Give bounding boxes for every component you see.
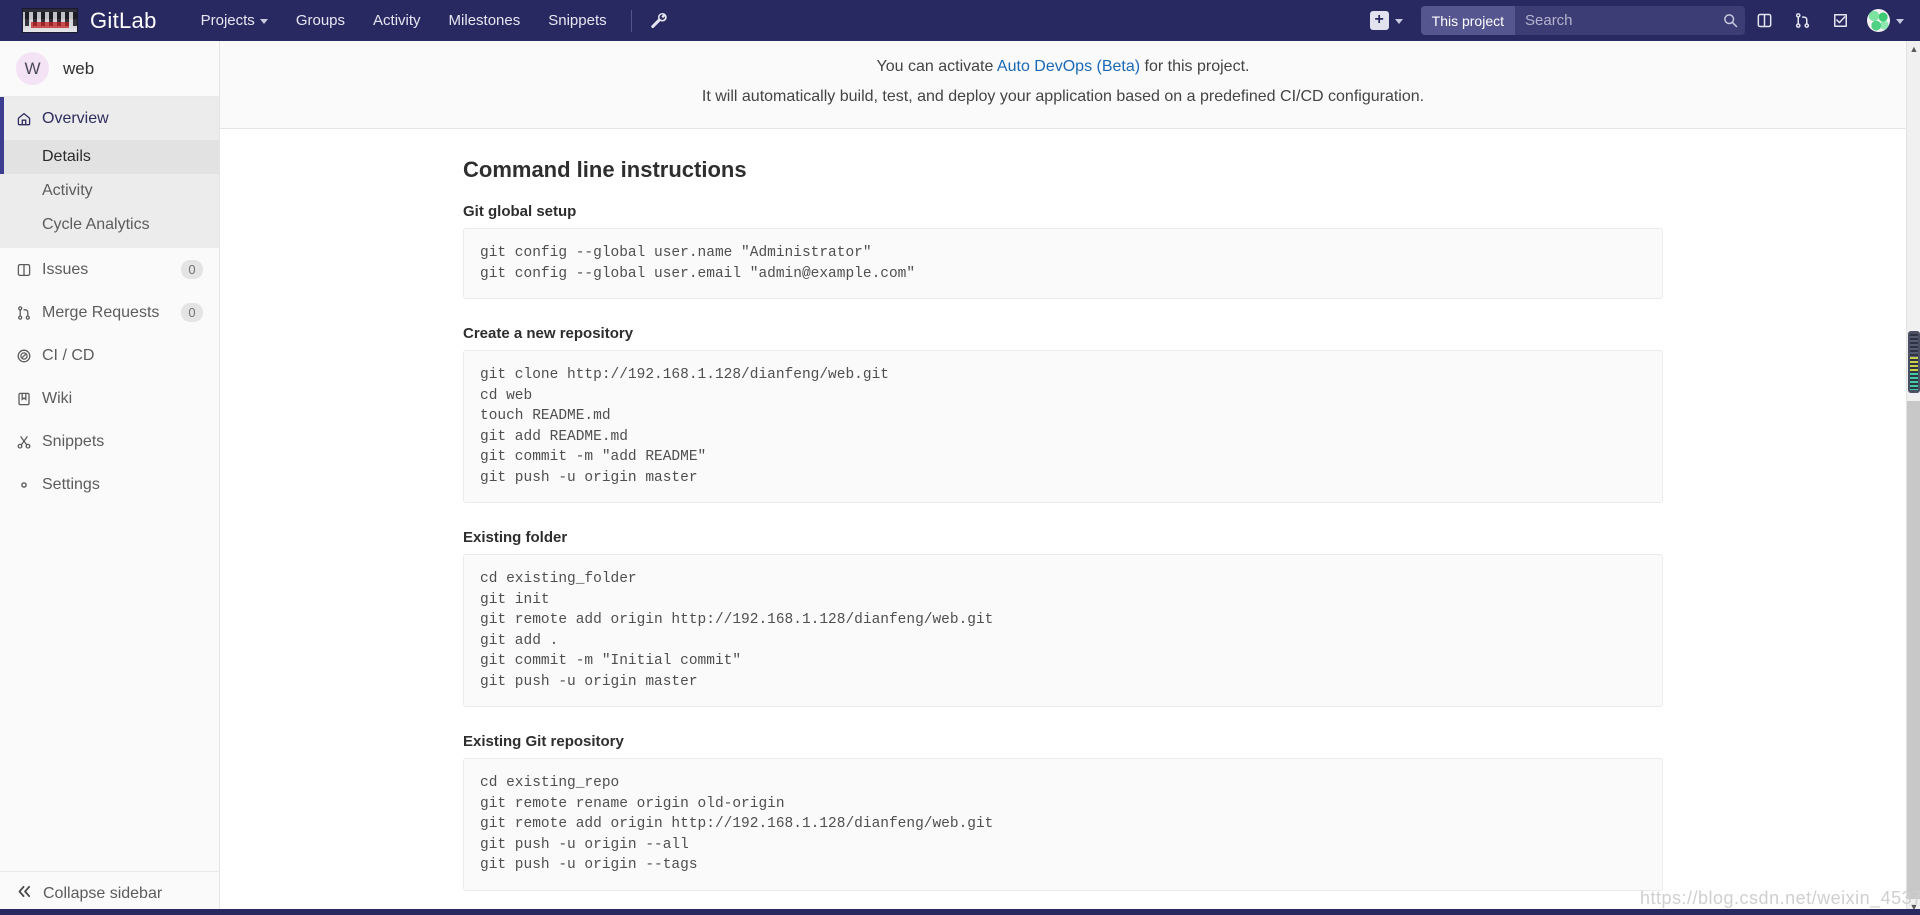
new-item-button[interactable]: +	[1360, 0, 1413, 41]
nav-link-activity[interactable]: Activity	[359, 0, 435, 41]
nav-link-snippets-label: Snippets	[548, 12, 607, 29]
search-scope-button[interactable]: This project	[1420, 6, 1515, 35]
auto-devops-banner: You can activate Auto DevOps (Beta) for …	[220, 41, 1906, 129]
sidebar-item-cycle-analytics-label: Cycle Analytics	[42, 216, 150, 233]
auto-devops-link[interactable]: Auto DevOps (Beta)	[997, 58, 1140, 75]
todos-icon[interactable]	[1821, 0, 1859, 41]
code-block-git-global-setup[interactable]: git config --global user.name "Administr…	[463, 228, 1663, 299]
banner-text-suffix: for this project.	[1140, 58, 1250, 75]
nav-link-groups[interactable]: Groups	[282, 0, 359, 41]
nav-link-groups-label: Groups	[295, 12, 346, 29]
sidebar-item-cicd-label: CI / CD	[42, 346, 95, 364]
user-menu[interactable]	[1859, 9, 1904, 32]
top-navbar: GitLab Projects Groups Activity Mileston…	[0, 0, 1920, 41]
sidebar-item-merge-requests[interactable]: Merge Requests 0	[0, 291, 219, 334]
sidebar-overview-group: Overview Details Activity Cycle Analytic…	[0, 97, 219, 248]
sidebar-item-issues[interactable]: Issues 0	[0, 248, 219, 291]
sidebar-item-activity[interactable]: Activity	[0, 174, 219, 208]
page-title: Command line instructions	[463, 157, 747, 182]
code-block-create-new-repository[interactable]: git clone http://192.168.1.128/dianfeng/…	[463, 350, 1663, 503]
sidebar-item-settings-label: Settings	[42, 475, 100, 493]
merge-requests-count-badge: 0	[181, 303, 203, 322]
nav-link-snippets[interactable]: Snippets	[534, 0, 620, 41]
sidebar-item-snippets-label: Snippets	[42, 432, 105, 450]
sidebar-item-details[interactable]: Details	[0, 140, 219, 174]
chevron-double-left-icon	[17, 885, 32, 903]
avatar	[1867, 9, 1890, 32]
chevron-down-icon	[1394, 19, 1403, 24]
sidebar-project-header[interactable]: W web	[0, 41, 219, 97]
chevron-down-icon	[259, 19, 268, 24]
merge-request-icon	[16, 305, 42, 321]
issues-icon[interactable]	[1745, 0, 1783, 41]
issues-icon	[16, 262, 42, 278]
scrollbar-track[interactable]	[1907, 401, 1920, 899]
scissors-icon	[16, 434, 42, 450]
cli-instructions-panel: Command line instructions Git global set…	[220, 129, 1906, 915]
nav-link-activity-label: Activity	[373, 12, 421, 29]
rocket-icon	[16, 348, 42, 364]
sidebar-item-issues-label: Issues	[42, 260, 89, 278]
sidebar-item-activity-label: Activity	[42, 182, 93, 199]
sidebar-item-merge-requests-label: Merge Requests	[42, 303, 160, 321]
section-heading-existing-git-repository: Existing Git repository	[463, 733, 624, 750]
search-box[interactable]: This project	[1420, 6, 1745, 35]
scrollbar-thumb[interactable]	[1908, 331, 1920, 393]
code-block-existing-folder[interactable]: cd existing_folder git init git remote a…	[463, 554, 1663, 707]
search-icon[interactable]	[1715, 6, 1745, 35]
nav-link-projects[interactable]: Projects	[187, 0, 282, 41]
sidebar-item-overview[interactable]: Overview	[0, 97, 219, 140]
project-sidebar: W web Overview Details Activity Cycle An…	[0, 41, 220, 915]
scroll-up-arrow-icon[interactable]: ▲	[1907, 41, 1920, 57]
navbar-divider	[630, 9, 632, 32]
gear-icon	[16, 477, 42, 493]
collapse-sidebar-label: Collapse sidebar	[43, 884, 163, 902]
merge-requests-icon[interactable]	[1783, 0, 1821, 41]
bottom-strip	[0, 909, 1920, 915]
chevron-down-icon	[1896, 19, 1904, 24]
sidebar-item-details-label: Details	[42, 148, 91, 165]
book-icon	[16, 391, 42, 407]
navbar-links: Projects Groups Activity Milestones Snip…	[187, 0, 675, 41]
sidebar-item-wiki-label: Wiki	[42, 389, 73, 407]
nav-link-projects-label: Projects	[200, 12, 255, 29]
gitlab-brand-label: GitLab	[90, 7, 157, 33]
code-block-existing-git-repository[interactable]: cd existing_repo git remote rename origi…	[463, 758, 1663, 891]
nav-link-milestones-label: Milestones	[448, 12, 521, 29]
sidebar-item-snippets[interactable]: Snippets	[0, 420, 219, 463]
home-icon	[16, 111, 42, 127]
nav-link-milestones[interactable]: Milestones	[435, 0, 535, 41]
plus-icon: +	[1369, 11, 1389, 30]
section-heading-existing-folder: Existing folder	[463, 529, 568, 546]
section-heading-git-global-setup: Git global setup	[463, 203, 577, 220]
navbar-right: + This project	[1360, 0, 1920, 41]
sidebar-item-wiki[interactable]: Wiki	[0, 377, 219, 420]
project-name-label: web	[63, 58, 95, 78]
wrench-icon[interactable]	[642, 0, 675, 41]
issues-count-badge: 0	[181, 260, 203, 279]
page-scrollbar[interactable]: ▲ ▼	[1906, 41, 1920, 915]
team-photo-logo-icon	[22, 8, 78, 33]
navbar-brand[interactable]: GitLab	[0, 8, 157, 34]
project-avatar: W	[16, 52, 49, 85]
sidebar-item-cycle-analytics[interactable]: Cycle Analytics	[0, 208, 219, 242]
sidebar-item-overview-label: Overview	[42, 109, 109, 127]
section-heading-create-new-repository: Create a new repository	[463, 325, 634, 342]
sidebar-item-cicd[interactable]: CI / CD	[0, 334, 219, 377]
auto-devops-banner-line1: You can activate Auto DevOps (Beta) for …	[220, 52, 1906, 82]
auto-devops-banner-line2: It will automatically build, test, and d…	[701, 88, 1425, 105]
sidebar-item-settings[interactable]: Settings	[0, 463, 219, 506]
main-content: You can activate Auto DevOps (Beta) for …	[220, 41, 1906, 915]
search-input[interactable]	[1515, 6, 1715, 35]
banner-text-prefix: You can activate	[876, 58, 997, 75]
scrollbar-thumb-highlight-teal	[1910, 373, 1918, 390]
